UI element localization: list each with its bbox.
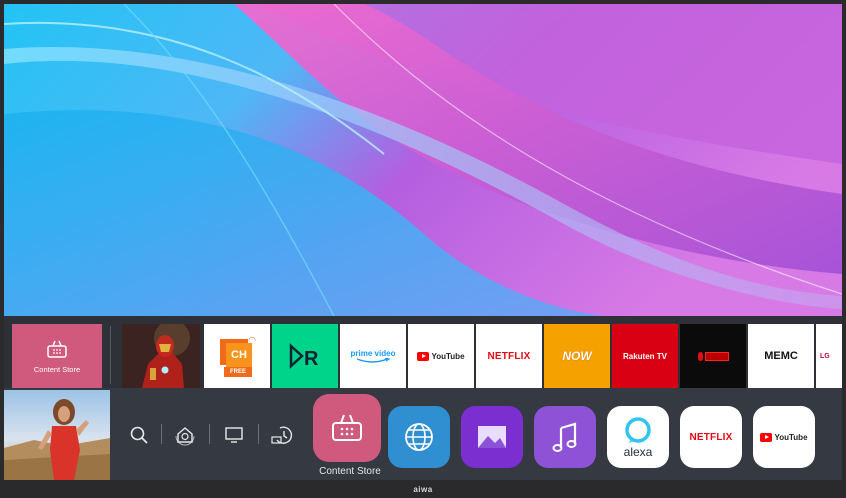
recent-tile-rakuten-tv[interactable]: Rakuten TV <box>612 324 678 388</box>
youtube-play-icon <box>417 351 430 361</box>
tv-screen: Content Store CH FREE ◠ R prime video Yo… <box>4 4 842 480</box>
globe-icon <box>405 423 433 451</box>
ch-free-badge: FREE <box>229 369 246 375</box>
recent-tile-r[interactable]: R <box>272 324 338 388</box>
prime-smile-icon <box>356 357 391 363</box>
signal-icon: ◠ <box>248 335 256 345</box>
recent-tile-red-app[interactable] <box>680 324 746 388</box>
history-icon <box>271 426 293 444</box>
youtube-app-label: YouTube <box>774 432 808 442</box>
nav-separator <box>161 424 162 444</box>
recent-tile-youtube[interactable]: YouTube <box>408 324 474 388</box>
app-youtube[interactable]: YouTube <box>753 406 815 468</box>
netflix-app-label: NETFLIX <box>689 431 733 443</box>
search-icon <box>130 426 148 444</box>
nav-separator <box>209 424 210 444</box>
recent-tile-prime-video[interactable]: prime video <box>340 324 406 388</box>
youtube-label: YouTube <box>431 351 465 361</box>
recent-apps-row: Content Store CH FREE ◠ R prime video Yo… <box>4 316 842 394</box>
home-button[interactable] <box>172 422 198 448</box>
recent-tile-now[interactable]: NOW <box>544 324 610 388</box>
live-preview-thumbnail[interactable] <box>4 390 110 480</box>
recent-tile-ch-free[interactable]: CH FREE ◠ <box>204 324 270 388</box>
history-button[interactable] <box>270 422 296 448</box>
recent-tile-lg[interactable]: LG <box>816 324 842 388</box>
recent-tile-ironman[interactable] <box>122 324 200 388</box>
search-button[interactable] <box>126 422 152 448</box>
wallpaper <box>4 4 842 316</box>
image-icon <box>478 426 506 448</box>
app-web-browser[interactable] <box>388 406 450 468</box>
tv-button[interactable] <box>221 422 247 448</box>
tv-chin: aiwa <box>0 480 846 498</box>
brand-logo: aiwa <box>413 484 433 494</box>
r-letter: R <box>304 348 319 370</box>
lg-label: LG <box>820 352 830 360</box>
prime-video-label: prime video <box>350 348 396 358</box>
memc-label: MEMC <box>764 350 798 362</box>
red-app-banner <box>704 351 729 361</box>
app-music[interactable] <box>534 406 596 468</box>
alexa-ring-icon <box>625 416 651 443</box>
music-note-icon <box>552 422 577 452</box>
home-icon <box>175 427 195 446</box>
content-store-tile-label: Content Store <box>33 364 81 374</box>
app-content-store[interactable] <box>313 394 381 462</box>
youtube-play-icon <box>760 432 773 442</box>
store-basket-icon <box>332 414 362 441</box>
microphone-icon <box>697 351 703 361</box>
ironman-artwork <box>122 324 200 388</box>
nav-separator <box>258 424 259 444</box>
ch-free-label: CH <box>231 349 247 361</box>
app-photos[interactable] <box>461 406 523 468</box>
alexa-label: alexa <box>623 444 653 459</box>
app-netflix[interactable]: NETFLIX <box>680 406 742 468</box>
now-label: NOW <box>562 349 592 363</box>
tv-icon <box>225 427 243 443</box>
rakuten-tv-label: Rakuten TV <box>622 351 667 361</box>
recent-tile-netflix[interactable]: NETFLIX <box>476 324 542 388</box>
selected-app-caption: Content Store <box>319 466 381 477</box>
content-store-tile[interactable]: Content Store <box>12 324 102 388</box>
store-basket-icon <box>47 340 67 358</box>
netflix-label: NETFLIX <box>487 350 531 362</box>
recents-divider <box>110 326 111 384</box>
recent-tile-memc[interactable]: MEMC <box>748 324 814 388</box>
r-play-logo: R <box>289 343 319 370</box>
app-alexa[interactable]: alexa <box>607 406 669 468</box>
